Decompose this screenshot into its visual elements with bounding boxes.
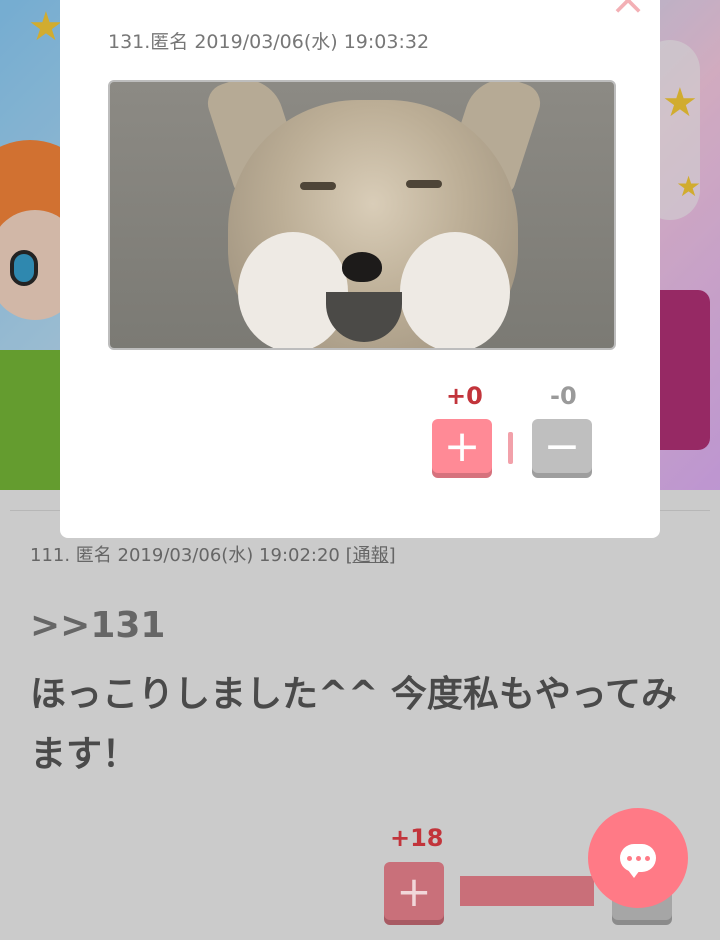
fox-eye bbox=[406, 180, 442, 188]
vote-ratio-bar bbox=[460, 876, 594, 906]
chat-bubble-icon bbox=[620, 844, 656, 878]
chat-dot bbox=[626, 855, 632, 861]
comment-popup-modal: × 131.匿名 2019/03/06(水) 19:03:32 +0 -0 + … bbox=[60, 0, 660, 538]
chat-dot bbox=[635, 855, 641, 861]
minus-icon: − bbox=[543, 420, 581, 472]
popup-vote-ratio-bar bbox=[508, 432, 513, 464]
comment-meta: 111. 匿名 2019/03/06(水) 19:02:20 [通報] bbox=[30, 541, 396, 567]
comment-image[interactable] bbox=[108, 80, 616, 350]
popup-minus-vote-count: -0 bbox=[550, 382, 577, 410]
comment-meta-text: 111. 匿名 2019/03/06(水) 19:02:20 bbox=[30, 545, 346, 566]
plus-icon: + bbox=[443, 420, 481, 472]
plus-icon: + bbox=[396, 866, 432, 916]
fox-eye bbox=[300, 182, 336, 190]
fox-nose bbox=[342, 252, 382, 282]
plus-vote-count: +18 bbox=[390, 824, 444, 852]
popup-comment-meta: 131.匿名 2019/03/06(水) 19:03:32 bbox=[108, 31, 430, 53]
fox-cheek bbox=[238, 232, 348, 348]
popup-minus-vote-button[interactable]: − bbox=[532, 419, 592, 473]
chat-dot bbox=[644, 855, 650, 861]
plus-vote-button[interactable]: + bbox=[384, 862, 444, 920]
popup-plus-vote-button[interactable]: + bbox=[432, 419, 492, 473]
reply-anchor-link[interactable]: >>131 bbox=[30, 605, 165, 646]
fox-cheek bbox=[400, 232, 510, 348]
report-link[interactable]: [通報] bbox=[346, 545, 396, 566]
chat-fab-button[interactable] bbox=[588, 808, 688, 908]
comment-body: ほっこりしました^^ 今度私もやってみます！ bbox=[30, 674, 678, 775]
close-icon[interactable]: × bbox=[608, 0, 648, 22]
popup-plus-vote-count: +0 bbox=[446, 382, 483, 410]
